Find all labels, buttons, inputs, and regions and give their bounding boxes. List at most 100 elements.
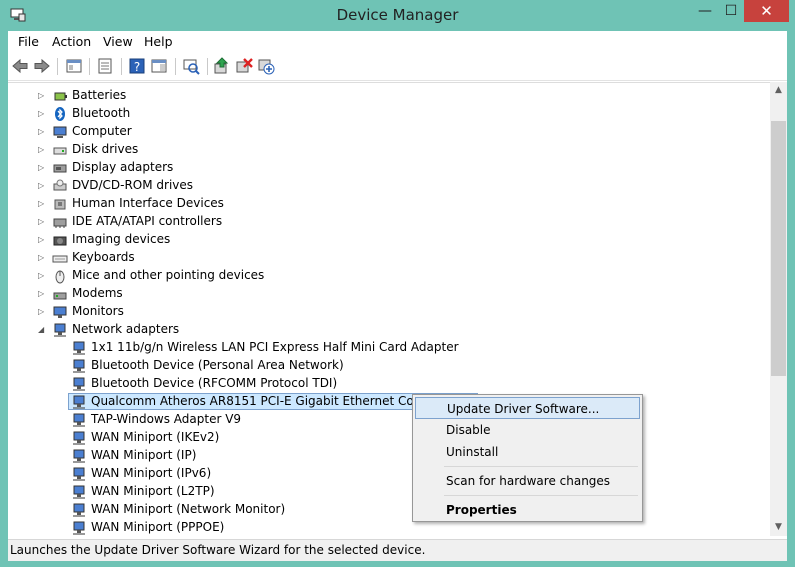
tree-category-network-adapters[interactable]: ◢ Network adapters	[8, 321, 748, 339]
network-adapter-icon	[73, 377, 85, 391]
title-bar[interactable]: Device Manager — ☐ ✕	[0, 0, 795, 31]
tree-category-modems[interactable]: ▷ Modems	[8, 285, 748, 303]
tree-category-display-adapters[interactable]: ▷ Display adapters	[8, 159, 748, 177]
vertical-scrollbar[interactable]: ▲ ▼	[770, 82, 787, 536]
ctx-update-label: Update Driver Software...	[447, 402, 600, 416]
network-adapter-icon	[73, 395, 85, 409]
network-adapter-label: WAN Miniport (IP)	[91, 448, 197, 462]
device-tree[interactable]: ▷ Batteries ▷ Bluetooth ▷ Computer ▷ Disk drive…	[8, 82, 770, 537]
expand-arrow-icon[interactable]: ▷	[38, 271, 46, 280]
tree-category-label: Monitors	[72, 304, 124, 318]
scroll-up-arrow-icon[interactable]: ▲	[770, 82, 787, 99]
tree-category-mice-and-other-pointing-devices[interactable]: ▷ Mice and other pointing devices	[8, 267, 748, 285]
ctx-uninstall-label: Uninstall	[446, 445, 499, 459]
network-adapter-label: WAN Miniport (PPPOE)	[91, 520, 225, 534]
tree-category-label: Network adapters	[72, 322, 180, 336]
toolbar-separator	[89, 58, 90, 75]
expand-arrow-icon[interactable]: ▷	[38, 127, 46, 136]
expand-arrow-icon[interactable]: ▷	[38, 253, 46, 262]
ctx-update-driver-software[interactable]: Update Driver Software...	[415, 397, 640, 419]
tree-category-label: Imaging devices	[72, 232, 171, 246]
ctx-disable[interactable]: Disable	[415, 419, 640, 441]
ctx-separator	[444, 495, 638, 496]
scrollbar-thumb[interactable]	[771, 121, 786, 376]
tree-category-label: Display adapters	[72, 160, 174, 174]
scroll-down-arrow-icon[interactable]: ▼	[770, 519, 787, 536]
expand-arrow-icon[interactable]: ▷	[38, 307, 46, 316]
menu-file[interactable]: File	[18, 34, 39, 49]
collapse-arrow-icon[interactable]: ◢	[38, 325, 46, 334]
properties-icon[interactable]	[96, 57, 114, 75]
tree-category-label: Disk drives	[72, 142, 139, 156]
expand-arrow-icon[interactable]: ▷	[38, 181, 46, 190]
maximize-button[interactable]: ☐	[718, 0, 744, 22]
expand-arrow-icon[interactable]: ▷	[38, 145, 46, 154]
update-driver-icon[interactable]	[213, 57, 231, 75]
network-adapter-label: TAP-Windows Adapter V9	[91, 412, 242, 426]
expand-arrow-icon[interactable]: ▷	[38, 91, 46, 100]
tree-category-bluetooth[interactable]: ▷ Bluetooth	[8, 105, 748, 123]
tree-category-label: Bluetooth	[72, 106, 131, 120]
tree-category-computer[interactable]: ▷ Computer	[8, 123, 748, 141]
expand-arrow-icon[interactable]: ▷	[38, 163, 46, 172]
tree-category-monitors[interactable]: ▷ Monitors	[8, 303, 748, 321]
toolbar-separator	[175, 58, 176, 75]
scan-hardware-icon[interactable]	[182, 57, 200, 75]
expand-arrow-icon[interactable]: ▷	[38, 199, 46, 208]
tree-category-dvd-cd-rom-drives[interactable]: ▷ DVD/CD-ROM drives	[8, 177, 748, 195]
context-menu: Update Driver Software... Disable Uninst…	[412, 394, 643, 522]
tree-category-label: IDE ATA/ATAPI controllers	[72, 214, 223, 228]
menu-help[interactable]: Help	[144, 34, 173, 49]
tree-category-keyboards[interactable]: ▷ Keyboards	[8, 249, 748, 267]
tree-category-ide-ata-atapi-controllers[interactable]: ▷ IDE ATA/ATAPI controllers	[8, 213, 748, 231]
ctx-properties[interactable]: Properties	[415, 499, 640, 521]
status-text: Launches the Update Driver Software Wiza…	[10, 543, 426, 557]
ctx-uninstall[interactable]: Uninstall	[415, 441, 640, 463]
help-icon[interactable]: ?	[128, 57, 146, 75]
menu-bar: File Action View Help	[8, 31, 787, 52]
network-adapter-item[interactable]: Bluetooth Device (Personal Area Network)	[8, 357, 748, 375]
mouse-icon	[55, 270, 65, 284]
minimize-button[interactable]: —	[692, 0, 718, 22]
network-adapter-item[interactable]: Bluetooth Device (RFCOMM Protocol TDI)	[8, 375, 748, 393]
uninstall-icon[interactable]	[235, 57, 253, 75]
modem-icon	[53, 292, 67, 300]
forward-icon[interactable]	[33, 57, 51, 75]
tree-category-batteries[interactable]: ▷ Batteries	[8, 87, 748, 105]
show-hide-console-tree-icon[interactable]	[65, 57, 83, 75]
action-pane-icon[interactable]	[150, 57, 168, 75]
menu-view[interactable]: View	[103, 34, 133, 49]
camera-icon	[53, 236, 67, 246]
toolbar: ?	[8, 52, 787, 81]
close-button[interactable]: ✕	[744, 0, 789, 22]
enable-device-icon[interactable]	[257, 57, 275, 75]
ctx-scan-for-hardware-changes[interactable]: Scan for hardware changes	[415, 470, 640, 492]
network-adapter-icon	[54, 323, 66, 337]
expand-arrow-icon[interactable]: ▷	[38, 289, 46, 298]
network-adapter-item[interactable]: 1x1 11b/g/n Wireless LAN PCI Express Hal…	[8, 339, 748, 357]
back-icon[interactable]	[11, 57, 29, 75]
ide-controller-icon	[53, 218, 67, 228]
network-adapter-label: Qualcomm Atheros AR8151 PCI-E Gigabit Et…	[91, 394, 458, 408]
tree-category-human-interface-devices[interactable]: ▷ Human Interface Devices	[8, 195, 748, 213]
network-adapter-label: 1x1 11b/g/n Wireless LAN PCI Express Hal…	[91, 340, 459, 354]
toolbar-separator	[57, 58, 58, 75]
ctx-disable-label: Disable	[446, 423, 491, 437]
hid-icon	[54, 199, 66, 210]
tree-category-label: Keyboards	[72, 250, 135, 264]
network-adapter-icon	[73, 431, 85, 445]
network-adapter-icon	[73, 449, 85, 463]
expand-arrow-icon[interactable]: ▷	[38, 217, 46, 226]
svg-text:?: ?	[134, 60, 140, 74]
expand-arrow-icon[interactable]: ▷	[38, 235, 46, 244]
tree-category-disk-drives[interactable]: ▷ Disk drives	[8, 141, 748, 159]
tree-category-label: Batteries	[72, 88, 127, 102]
tree-category-imaging-devices[interactable]: ▷ Imaging devices	[8, 231, 748, 249]
monitor-icon	[53, 306, 67, 318]
window-title: Device Manager	[336, 6, 459, 24]
expand-arrow-icon[interactable]: ▷	[38, 109, 46, 118]
menu-action[interactable]: Action	[52, 34, 91, 49]
network-adapter-icon	[73, 521, 85, 535]
ctx-separator	[444, 466, 638, 467]
bluetooth-icon	[55, 107, 65, 121]
